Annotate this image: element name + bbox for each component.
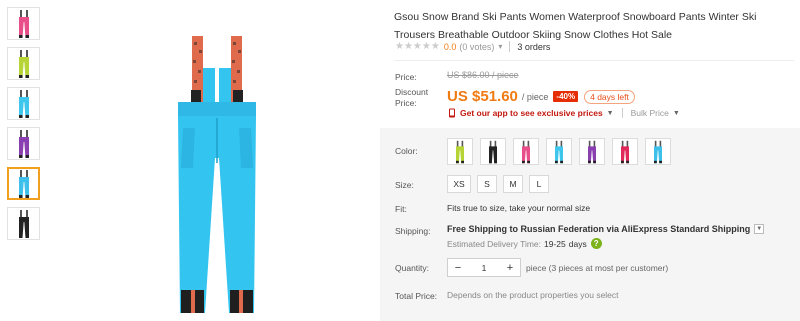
pants-image bbox=[489, 140, 497, 163]
estimated-delivery-label: Estimated Delivery Time: bbox=[447, 238, 541, 249]
thumbnail[interactable] bbox=[7, 47, 40, 80]
app-promo-link[interactable]: Get our app to see exclusive prices bbox=[460, 108, 603, 118]
color-options bbox=[447, 138, 678, 165]
chevron-down-icon[interactable]: ▼ bbox=[754, 224, 765, 234]
app-promo-row: Get our app to see exclusive prices ▼ Bu… bbox=[447, 108, 680, 118]
size-option-s[interactable]: S bbox=[477, 175, 497, 193]
color-label: Color: bbox=[395, 146, 418, 156]
orders-count: 3 orders bbox=[517, 41, 551, 52]
pants-image bbox=[588, 140, 596, 163]
shipping-label: Shipping: bbox=[395, 226, 431, 236]
discount-badge: -40% bbox=[553, 91, 579, 102]
fit-label: Fit: bbox=[395, 204, 407, 214]
shipping-method: Free Shipping to Russian Federation via … bbox=[447, 224, 751, 234]
size-option-l[interactable]: L bbox=[529, 175, 549, 193]
product-title: Gsou Snow Brand Ski Pants Women Waterpro… bbox=[394, 11, 757, 41]
discount-price-label: Discount Price: bbox=[395, 87, 429, 108]
phone-icon bbox=[449, 108, 455, 118]
thumbnail[interactable] bbox=[7, 127, 40, 160]
bulk-price-link[interactable]: Bulk Price bbox=[631, 108, 669, 118]
estimated-delivery-days: 19-25 bbox=[544, 238, 566, 249]
color-swatch[interactable] bbox=[546, 138, 572, 165]
rating-score[interactable]: 0.0 bbox=[444, 42, 457, 52]
color-swatch[interactable] bbox=[447, 138, 473, 165]
pants-image bbox=[18, 89, 29, 118]
total-price-label: Total Price: bbox=[395, 291, 438, 301]
divider bbox=[621, 108, 623, 118]
thumbnail[interactable] bbox=[7, 207, 40, 240]
thumbnail[interactable] bbox=[7, 7, 40, 40]
chevron-down-icon[interactable]: ▼ bbox=[607, 110, 614, 117]
pants-image bbox=[18, 129, 29, 158]
color-swatch[interactable] bbox=[513, 138, 539, 165]
size-label: Size: bbox=[395, 180, 414, 190]
minus-icon[interactable]: − bbox=[448, 259, 468, 276]
main-product-image bbox=[125, 28, 315, 320]
color-swatch[interactable] bbox=[612, 138, 638, 165]
size-option-xs[interactable]: XS bbox=[447, 175, 471, 193]
pants-image bbox=[456, 140, 464, 163]
price-label: Price: bbox=[395, 72, 417, 82]
quantity-label: Quantity: bbox=[395, 263, 430, 273]
divider bbox=[509, 41, 511, 52]
pants-image bbox=[18, 9, 29, 38]
rating-votes[interactable]: (0 votes) bbox=[459, 42, 494, 52]
pants-image bbox=[621, 140, 629, 163]
color-swatch[interactable] bbox=[579, 138, 605, 165]
quantity-stepper: − 1 + bbox=[447, 258, 521, 277]
chevron-down-icon[interactable]: ▾ bbox=[498, 42, 502, 51]
pants-image bbox=[654, 140, 662, 163]
divider bbox=[394, 60, 794, 61]
days-word: days bbox=[568, 238, 587, 249]
help-icon[interactable]: ? bbox=[590, 238, 602, 249]
pants-image bbox=[18, 209, 29, 238]
thumbnail[interactable] bbox=[7, 87, 40, 120]
chevron-down-icon[interactable]: ▼ bbox=[673, 110, 680, 117]
shipping-info: Free Shipping to Russian Federation via … bbox=[447, 224, 765, 234]
size-option-m[interactable]: M bbox=[503, 175, 523, 193]
days-left-badge: 4 days left bbox=[584, 89, 635, 104]
thumbnail[interactable] bbox=[7, 167, 40, 200]
quantity-input[interactable]: 1 bbox=[468, 263, 500, 273]
pants-image bbox=[18, 49, 29, 78]
thumbnail-list bbox=[7, 7, 41, 247]
color-swatch[interactable] bbox=[480, 138, 506, 165]
discount-price: US $51.60 bbox=[447, 88, 518, 105]
discount-price-row: US $51.60 / piece -40% 4 days left bbox=[447, 88, 635, 105]
total-price-value: Depends on the product properties you se… bbox=[447, 290, 619, 300]
original-price: US $86.00 / piece bbox=[447, 70, 519, 80]
pants-image bbox=[522, 140, 530, 163]
price-unit: / piece bbox=[521, 91, 549, 102]
estimated-delivery: Estimated Delivery Time: 19-25 days ? bbox=[447, 238, 602, 249]
pants-image bbox=[555, 140, 563, 163]
pants-image bbox=[18, 169, 29, 198]
rating-bar: ★★★★★ 0.0 (0 votes) ▾ 3 orders bbox=[395, 41, 550, 52]
size-options: XS S M L bbox=[447, 175, 555, 193]
color-swatch[interactable] bbox=[645, 138, 671, 165]
rating-stars: ★★★★★ bbox=[395, 41, 440, 52]
plus-icon[interactable]: + bbox=[500, 259, 520, 276]
fit-description: Fits true to size, take your normal size bbox=[447, 203, 591, 213]
quantity-limit-note: piece (3 pieces at most per customer) bbox=[526, 263, 669, 273]
